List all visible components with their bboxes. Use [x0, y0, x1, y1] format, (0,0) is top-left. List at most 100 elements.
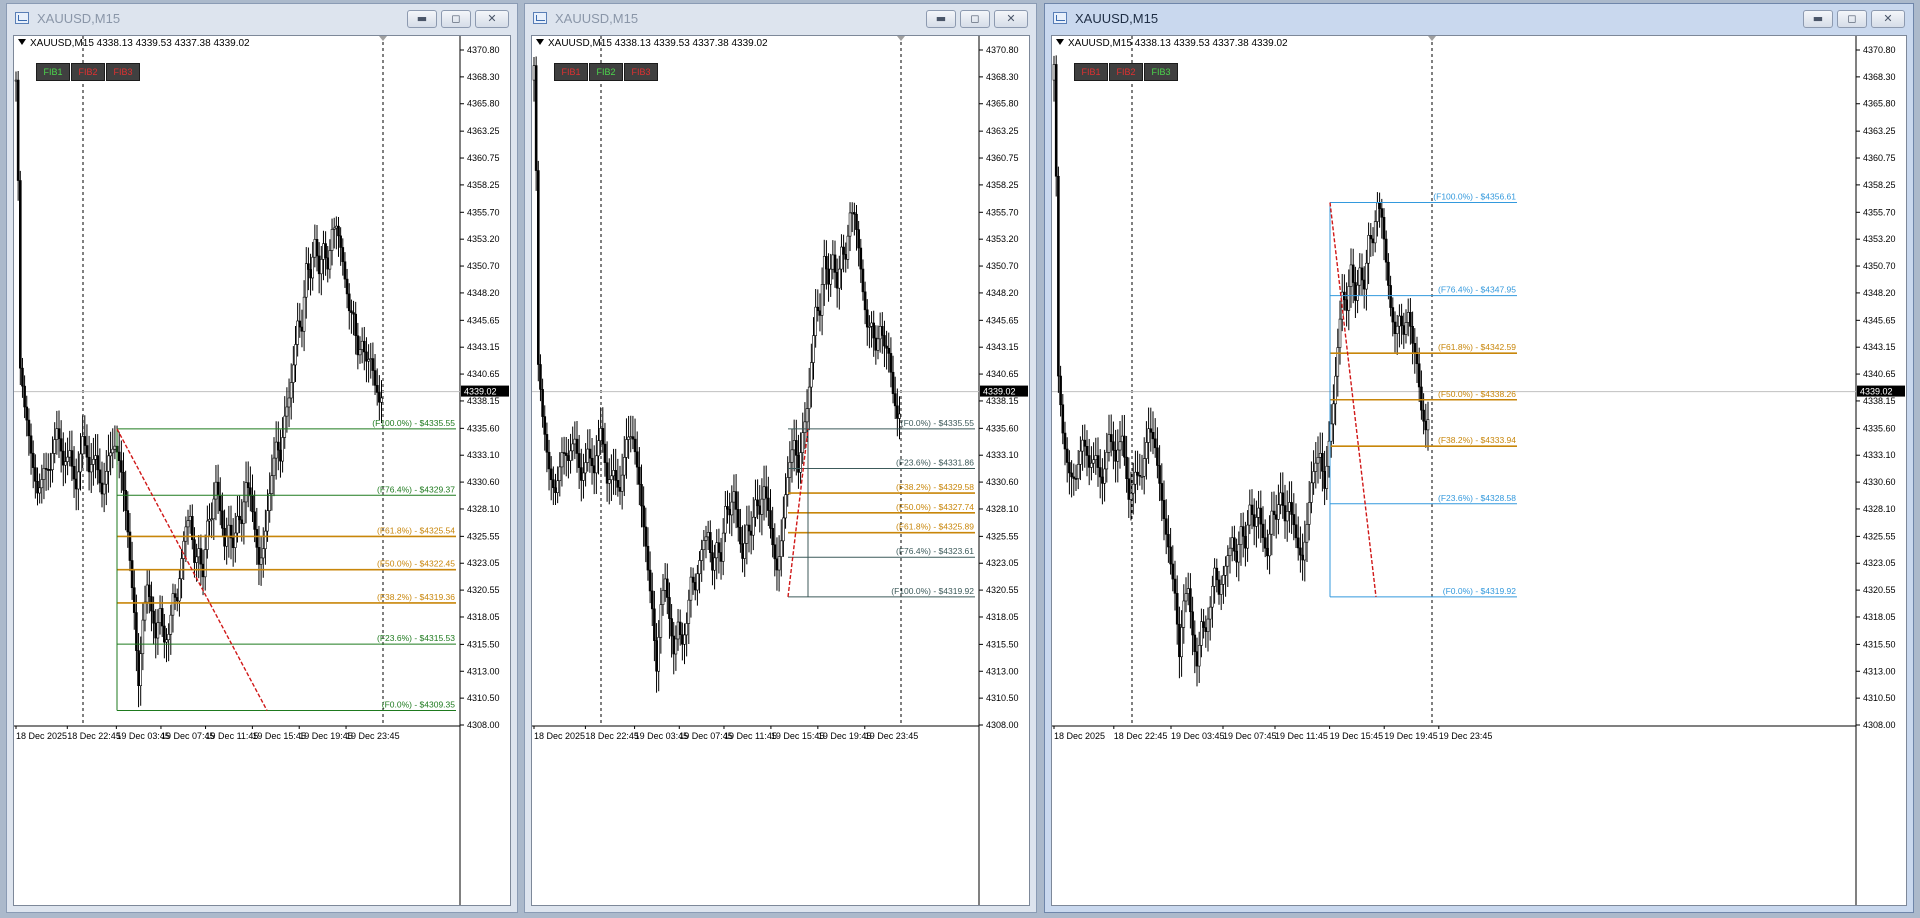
dropdown-triangle-icon[interactable] [1056, 39, 1064, 45]
candle-body [1094, 455, 1098, 460]
candle-body [1268, 533, 1271, 557]
candle-body [1250, 504, 1254, 515]
fib-level-label: (F76.4%) - $4323.61 [896, 546, 974, 556]
candle-body [378, 392, 381, 403]
candle-body [158, 608, 162, 624]
candle-body [678, 621, 682, 635]
candle-body [887, 347, 891, 354]
price-chart[interactable]: 4370.80 4368.30 4365.80 4363.25 4360.75 4358.… [1051, 35, 1907, 906]
window-title-bar[interactable]: XAUUSD,M15 ▬ ◻ ✕ [525, 4, 1036, 34]
dropdown-triangle-icon[interactable] [18, 39, 26, 45]
candle-body [1384, 238, 1388, 263]
fib-button-2[interactable]: FIB2 [1109, 63, 1143, 81]
chart-shift-marker-icon[interactable] [1428, 36, 1436, 41]
candle-body [218, 494, 222, 512]
time-tick-label: 19 Dec 15:45 [1330, 731, 1384, 741]
fib-button-2[interactable]: FIB2 [71, 63, 105, 81]
maximize-button[interactable]: ◻ [1837, 10, 1867, 28]
candle-body [1409, 312, 1412, 327]
window-title-bar[interactable]: XAUUSD,M15 ▬ ◻ ✕ [7, 4, 517, 34]
chart-canvas[interactable]: 4370.80 4368.30 4365.80 4363.25 4360.75 4358.… [532, 36, 1030, 905]
candle-body [1109, 434, 1113, 443]
time-tick-label: 19 Dec 19:45 [299, 731, 353, 741]
candle-body [36, 480, 39, 494]
candle-body [1303, 541, 1307, 561]
chart-canvas[interactable]: 4370.80 4368.30 4365.80 4363.25 4360.75 4358.… [14, 36, 511, 905]
candle-body [650, 590, 654, 610]
candle-body [356, 335, 360, 356]
price-tick-label: 4340.65 [986, 369, 1019, 379]
candle-body [255, 529, 259, 548]
fib-button-3[interactable]: FIB3 [1144, 63, 1178, 81]
fib-button-3[interactable]: FIB3 [106, 63, 140, 81]
candle-body [801, 432, 805, 453]
candle-body [762, 486, 766, 500]
window-title-bar[interactable]: XAUUSD,M15 ▬ ◻ ✕ [1045, 4, 1913, 34]
fib-button-1[interactable]: FIB1 [1074, 63, 1108, 81]
price-tick-label: 4360.75 [467, 153, 500, 163]
candle-body [66, 456, 69, 462]
minimize-button[interactable]: ▬ [926, 10, 956, 28]
close-button[interactable]: ✕ [475, 10, 509, 28]
close-button[interactable]: ✕ [1871, 10, 1905, 28]
candle-body [64, 461, 67, 466]
candle-body [1362, 279, 1366, 290]
candle-body [681, 634, 684, 645]
candle-body [885, 345, 888, 349]
candle-body [216, 481, 220, 496]
candle-body [74, 478, 78, 490]
chart-window-1[interactable]: XAUUSD,M15 ▬ ◻ ✕ 4370.80 4368.30 4365.80 43… [6, 3, 518, 913]
chart-shift-marker-icon[interactable] [897, 36, 905, 41]
chart-shift-marker-icon[interactable] [379, 36, 387, 41]
fib-level-label: (F38.2%) - $4319.36 [377, 592, 455, 602]
price-chart[interactable]: 4370.80 4368.30 4365.80 4363.25 4360.75 4358.… [531, 35, 1030, 906]
candle-body [135, 612, 138, 651]
price-chart[interactable]: 4370.80 4368.30 4365.80 4363.25 4360.75 4358.… [13, 35, 511, 906]
candle-body [579, 467, 583, 481]
maximize-button[interactable]: ◻ [960, 10, 990, 28]
fib-button-1[interactable]: FIB1 [554, 63, 588, 81]
fib-level-label: (F76.4%) - $4329.37 [377, 484, 455, 494]
candle-body [696, 573, 699, 591]
price-tick-label: 4328.10 [467, 504, 500, 514]
time-tick-label: 18 Dec 22:45 [1114, 731, 1168, 741]
chart-window-3[interactable]: XAUUSD,M15 ▬ ◻ ✕ 4370.80 4368.30 4365.80 43… [1044, 3, 1914, 913]
candle-body [350, 310, 353, 313]
price-tick-label: 4363.25 [986, 126, 1019, 136]
candle-body [1373, 221, 1377, 244]
candle-body [210, 518, 213, 521]
fib-button-1[interactable]: FIB1 [36, 63, 70, 81]
candle-body [715, 542, 719, 559]
candle-body [130, 560, 134, 589]
price-tick-label: 4338.15 [467, 396, 500, 406]
close-button[interactable]: ✕ [994, 10, 1028, 28]
price-tick-label: 4318.05 [467, 612, 500, 622]
chart-window-2[interactable]: XAUUSD,M15 ▬ ◻ ✕ 4370.80 4368.30 4365.80 43… [524, 3, 1037, 913]
candle-body [532, 65, 536, 81]
maximize-button[interactable]: ◻ [441, 10, 471, 28]
fib-button-group: FIB1 FIB2 FIB3 [36, 63, 140, 81]
candle-body [848, 212, 852, 237]
fib-level-label: (F0.0%) - $4335.55 [901, 418, 975, 428]
candle-body [107, 455, 110, 472]
candle-body [1063, 432, 1067, 450]
price-tick-label: 4370.80 [986, 45, 1019, 55]
price-tick-label: 4355.70 [986, 207, 1019, 217]
candle-body [816, 306, 820, 312]
fib-level-label: (F76.4%) - $4347.95 [1438, 285, 1516, 295]
chart-canvas[interactable]: 4370.80 4368.30 4365.80 4363.25 4360.75 4358.… [1052, 36, 1907, 905]
candle-body [1202, 621, 1205, 628]
fib-button-3[interactable]: FIB3 [624, 63, 658, 81]
candle-body [726, 506, 729, 510]
candle-body [274, 441, 278, 459]
minimize-button[interactable]: ▬ [407, 10, 437, 28]
price-tick-label: 4335.60 [1863, 423, 1896, 433]
minimize-button[interactable]: ▬ [1803, 10, 1833, 28]
dropdown-triangle-icon[interactable] [536, 39, 544, 45]
price-tick-label: 4345.65 [1863, 315, 1896, 325]
fib-button-2[interactable]: FIB2 [589, 63, 623, 81]
candle-body [343, 261, 347, 280]
candle-body [326, 257, 330, 270]
candle-body [1411, 326, 1414, 344]
chart-window-icon [533, 12, 547, 24]
